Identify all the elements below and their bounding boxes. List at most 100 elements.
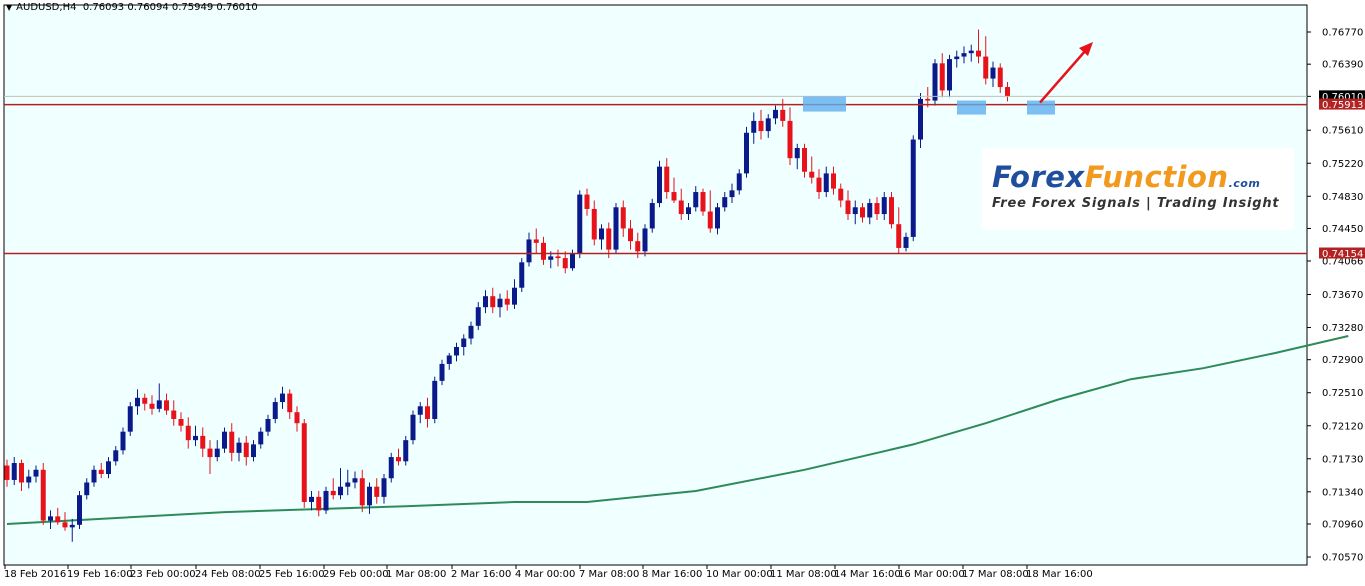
candle-body: [715, 207, 720, 229]
candle-body: [352, 478, 358, 483]
candle-body: [751, 120, 757, 133]
candle-body: [338, 486, 343, 496]
candle-body: [707, 211, 713, 229]
x-tick-label: 7 Mar 08:00: [579, 569, 639, 580]
candle-body: [555, 256, 561, 259]
candle-body: [490, 296, 496, 308]
candle-body: [294, 412, 300, 424]
x-tick-label: 18 Mar 16:00: [1026, 569, 1093, 580]
candle-body: [135, 397, 140, 407]
y-tick-label: 0.70960: [1322, 519, 1363, 530]
candle-body: [787, 120, 793, 159]
candle-body: [519, 262, 525, 288]
candle-body: [896, 224, 902, 248]
candle-body: [541, 242, 546, 260]
x-tick-label: 2 Mar 16:00: [451, 569, 511, 580]
candle-body: [98, 469, 104, 475]
candle-body: [657, 166, 662, 204]
candle-body: [620, 207, 626, 229]
candle-body: [178, 418, 184, 426]
candle-body: [113, 450, 119, 462]
candle-body: [983, 56, 989, 79]
candle-body: [802, 148, 807, 172]
candle-body: [562, 258, 568, 269]
candle-body: [613, 207, 619, 250]
candle-body: [149, 403, 155, 409]
candle-body: [664, 166, 670, 193]
candle-body: [852, 207, 858, 215]
x-tick-label: 16 Mar 00:00: [898, 569, 965, 580]
candle-body: [432, 380, 438, 419]
candle-body: [903, 236, 909, 248]
candle-body: [258, 431, 264, 445]
candle-body: [504, 298, 510, 305]
candle-body: [925, 98, 931, 101]
y-tick-label: 0.76770: [1322, 28, 1363, 39]
candle-body: [4, 465, 10, 480]
highlight-box: [803, 96, 846, 112]
candle-body: [229, 431, 235, 453]
candle-body: [33, 469, 39, 477]
y-tick-label: 0.75220: [1322, 159, 1363, 170]
candle-body: [968, 50, 974, 54]
candle-body: [280, 393, 285, 403]
candle-body: [548, 256, 554, 260]
candle-body: [345, 482, 351, 487]
candle-body: [1005, 87, 1010, 97]
candle-body: [497, 298, 503, 308]
candle-body: [997, 67, 1003, 88]
candle-body: [845, 200, 851, 215]
candle-body: [330, 490, 336, 496]
candle-body: [990, 67, 996, 79]
line-price-label: 0.74154: [1322, 249, 1363, 260]
time-axis: 18 Feb 2016 19 Feb 16:0023 Feb 00:00 24 Fe…: [4, 565, 1093, 580]
candle-body: [410, 414, 416, 441]
candle-body: [55, 516, 61, 523]
candle-body: [947, 59, 952, 91]
candle-body: [700, 192, 706, 212]
x-tick-label: 24 Feb 08:00: [195, 569, 261, 580]
candle-body: [48, 516, 53, 521]
candle-body: [127, 406, 133, 432]
line-price-label: 0.75913: [1322, 100, 1363, 111]
candle-body: [722, 197, 728, 208]
x-tick-label: 10 Mar 00:00: [706, 569, 773, 580]
y-tick-label: 0.71340: [1322, 487, 1363, 498]
highlight-box: [957, 100, 986, 115]
candle-body: [200, 435, 206, 449]
candle-body: [838, 188, 844, 201]
candle-body: [606, 228, 612, 250]
plot-area: [3, 4, 1308, 566]
logo-forex-text: Forex: [992, 160, 1085, 194]
candle-body: [359, 478, 365, 506]
y-tick-label: 0.74830: [1322, 192, 1363, 203]
candle-body: [599, 228, 604, 240]
candle-body: [69, 524, 75, 528]
candle-body: [425, 406, 430, 419]
candle-body: [367, 486, 372, 506]
candle-body: [120, 431, 126, 451]
candle-body: [570, 253, 575, 269]
y-tick-label: 0.70570: [1322, 553, 1363, 564]
candle-body: [185, 425, 191, 441]
x-tick-label: 1 Mar 08:00: [386, 569, 446, 580]
candle-body: [475, 307, 481, 326]
x-tick-label: 14 Mar 16:00: [834, 569, 901, 580]
x-tick-label: 19 Feb 16:00: [67, 569, 133, 580]
candle-body: [309, 496, 314, 502]
candle-body: [910, 139, 916, 237]
candle-body: [686, 207, 691, 215]
candle-body: [403, 440, 409, 462]
candle-body: [889, 197, 894, 225]
candle-body: [831, 173, 836, 189]
logo-wordmark: ForexFunction.com: [992, 160, 1260, 194]
candle-body: [483, 296, 488, 308]
candle-body: [214, 448, 220, 458]
x-tick-label: 23 Feb 00:00: [130, 569, 196, 580]
y-tick-label: 0.73670: [1322, 290, 1363, 301]
candle-body: [207, 448, 213, 458]
candle-body: [171, 410, 177, 419]
candle-body: [142, 397, 148, 404]
dropdown-triangle-icon[interactable]: ▼: [6, 3, 12, 12]
candle-body: [874, 203, 880, 215]
